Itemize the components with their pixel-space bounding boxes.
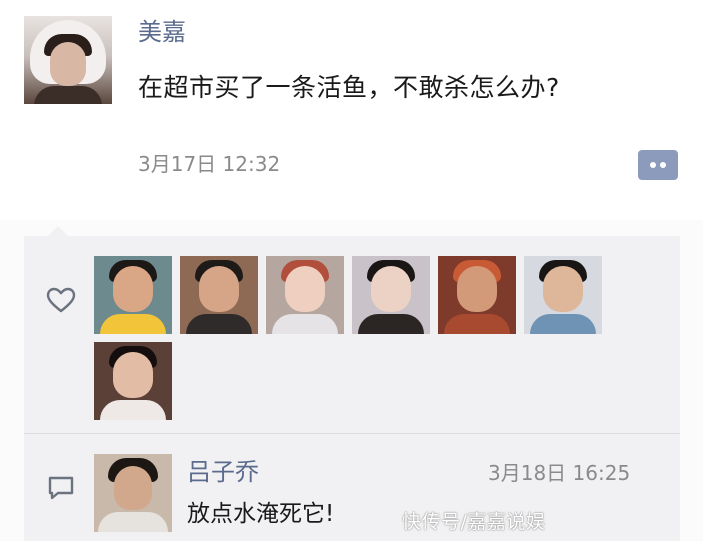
avatar-body-shape [272,314,338,334]
post-timestamp: 3月17日 12:32 [138,152,281,176]
avatar-face-shape [113,352,153,398]
post-text: 在超市买了一条活鱼，不敢杀怎么办? [138,73,560,102]
avatar-body-shape [530,314,596,334]
post-author-name[interactable]: 美嘉 [138,14,186,50]
comment-timestamp: 3月18日 16:25 [488,461,631,485]
avatar-face-shape [114,466,152,510]
avatar-face-shape [199,266,239,312]
liker-avatar[interactable] [438,256,516,334]
liker-avatar[interactable] [266,256,344,334]
panel-pointer [48,226,68,236]
avatar-face-shape [285,266,325,312]
avatar-coat-shape [34,86,102,104]
panel-divider [24,433,680,434]
avatar-body-shape [100,400,166,420]
moment-post: 美嘉 在超市买了一条活鱼，不敢杀怎么办? 3月17日 12:32 [0,0,703,220]
toggle-dot [660,162,666,168]
comment-dots-icon[interactable] [638,150,678,180]
comment-outline-icon [48,476,74,500]
liker-avatar[interactable] [524,256,602,334]
liker-avatar[interactable] [94,342,172,420]
avatar-body-shape [98,512,168,532]
source-watermark: 快传号/嘉嘉说娱 [402,511,546,533]
avatar-face-shape [113,266,153,312]
comment-author-name[interactable]: 吕子乔 [187,454,259,490]
post-author-avatar[interactable] [24,16,112,104]
commenter-avatar[interactable] [94,454,172,532]
comment-text: 放点水淹死它! [187,501,335,527]
avatar-body-shape [358,314,424,334]
toggle-dot [650,162,656,168]
liker-avatar[interactable] [352,256,430,334]
avatar-face-shape [457,266,497,312]
avatar-face-shape [371,266,411,312]
avatar-face-shape [50,42,86,86]
liker-avatar[interactable] [94,256,172,334]
heart-outline-icon [46,287,76,313]
avatar-face-shape [543,266,583,312]
avatar-body-shape [100,314,166,334]
avatar-body-shape [444,314,510,334]
liker-avatar[interactable] [180,256,258,334]
avatar-body-shape [186,314,252,334]
